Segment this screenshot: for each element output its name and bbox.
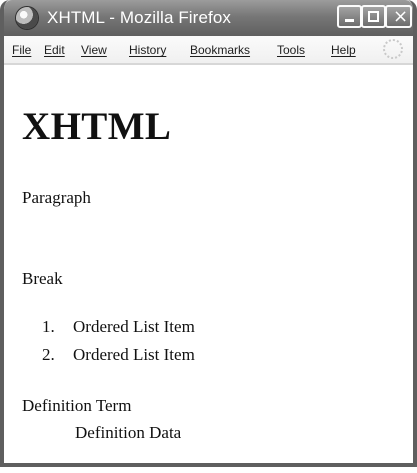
ordered-list-item: 1. Ordered List Item: [42, 317, 195, 345]
ordered-list-text: Ordered List Item: [73, 345, 195, 364]
ordered-list: 1. Ordered List Item 2. Ordered List Item: [42, 317, 195, 373]
definition-term: Definition Term: [22, 396, 132, 415]
close-button[interactable]: ×: [385, 5, 412, 28]
menu-edit[interactable]: Edit: [44, 43, 65, 57]
menu-tools[interactable]: Tools: [277, 43, 305, 57]
menu-help[interactable]: Help: [331, 43, 356, 57]
maximize-button[interactable]: [361, 5, 386, 28]
browser-window: XHTML - Mozilla Firefox × File Edit View…: [0, 0, 417, 467]
firefox-icon: [16, 7, 38, 29]
minimize-button[interactable]: [337, 5, 362, 28]
ordered-list-number: 1.: [42, 317, 55, 336]
menu-bookmarks[interactable]: Bookmarks: [190, 43, 250, 57]
definition-data: Definition Data: [75, 423, 182, 442]
menu-bar: File Edit View History Bookmarks Tools H…: [4, 36, 413, 65]
page-content: XHTML Paragraph Break 1. Ordered List Ite…: [4, 63, 413, 463]
close-icon: ×: [393, 6, 409, 27]
ordered-list-item: 2. Ordered List Item: [42, 345, 195, 373]
minimize-icon: [345, 19, 354, 22]
title-bar: XHTML - Mozilla Firefox ×: [4, 0, 413, 36]
menu-view[interactable]: View: [81, 43, 107, 57]
menu-file[interactable]: File: [12, 43, 31, 57]
ordered-list-text: Ordered List Item: [73, 317, 195, 336]
maximize-icon: [368, 11, 379, 22]
window-title: XHTML - Mozilla Firefox: [47, 8, 231, 27]
page-heading: XHTML: [22, 105, 172, 148]
paragraph-text: Paragraph: [22, 188, 91, 207]
break-text: Break: [22, 269, 63, 288]
ordered-list-number: 2.: [42, 345, 55, 364]
menu-history[interactable]: History: [129, 43, 166, 57]
throbber-icon: [383, 39, 403, 59]
